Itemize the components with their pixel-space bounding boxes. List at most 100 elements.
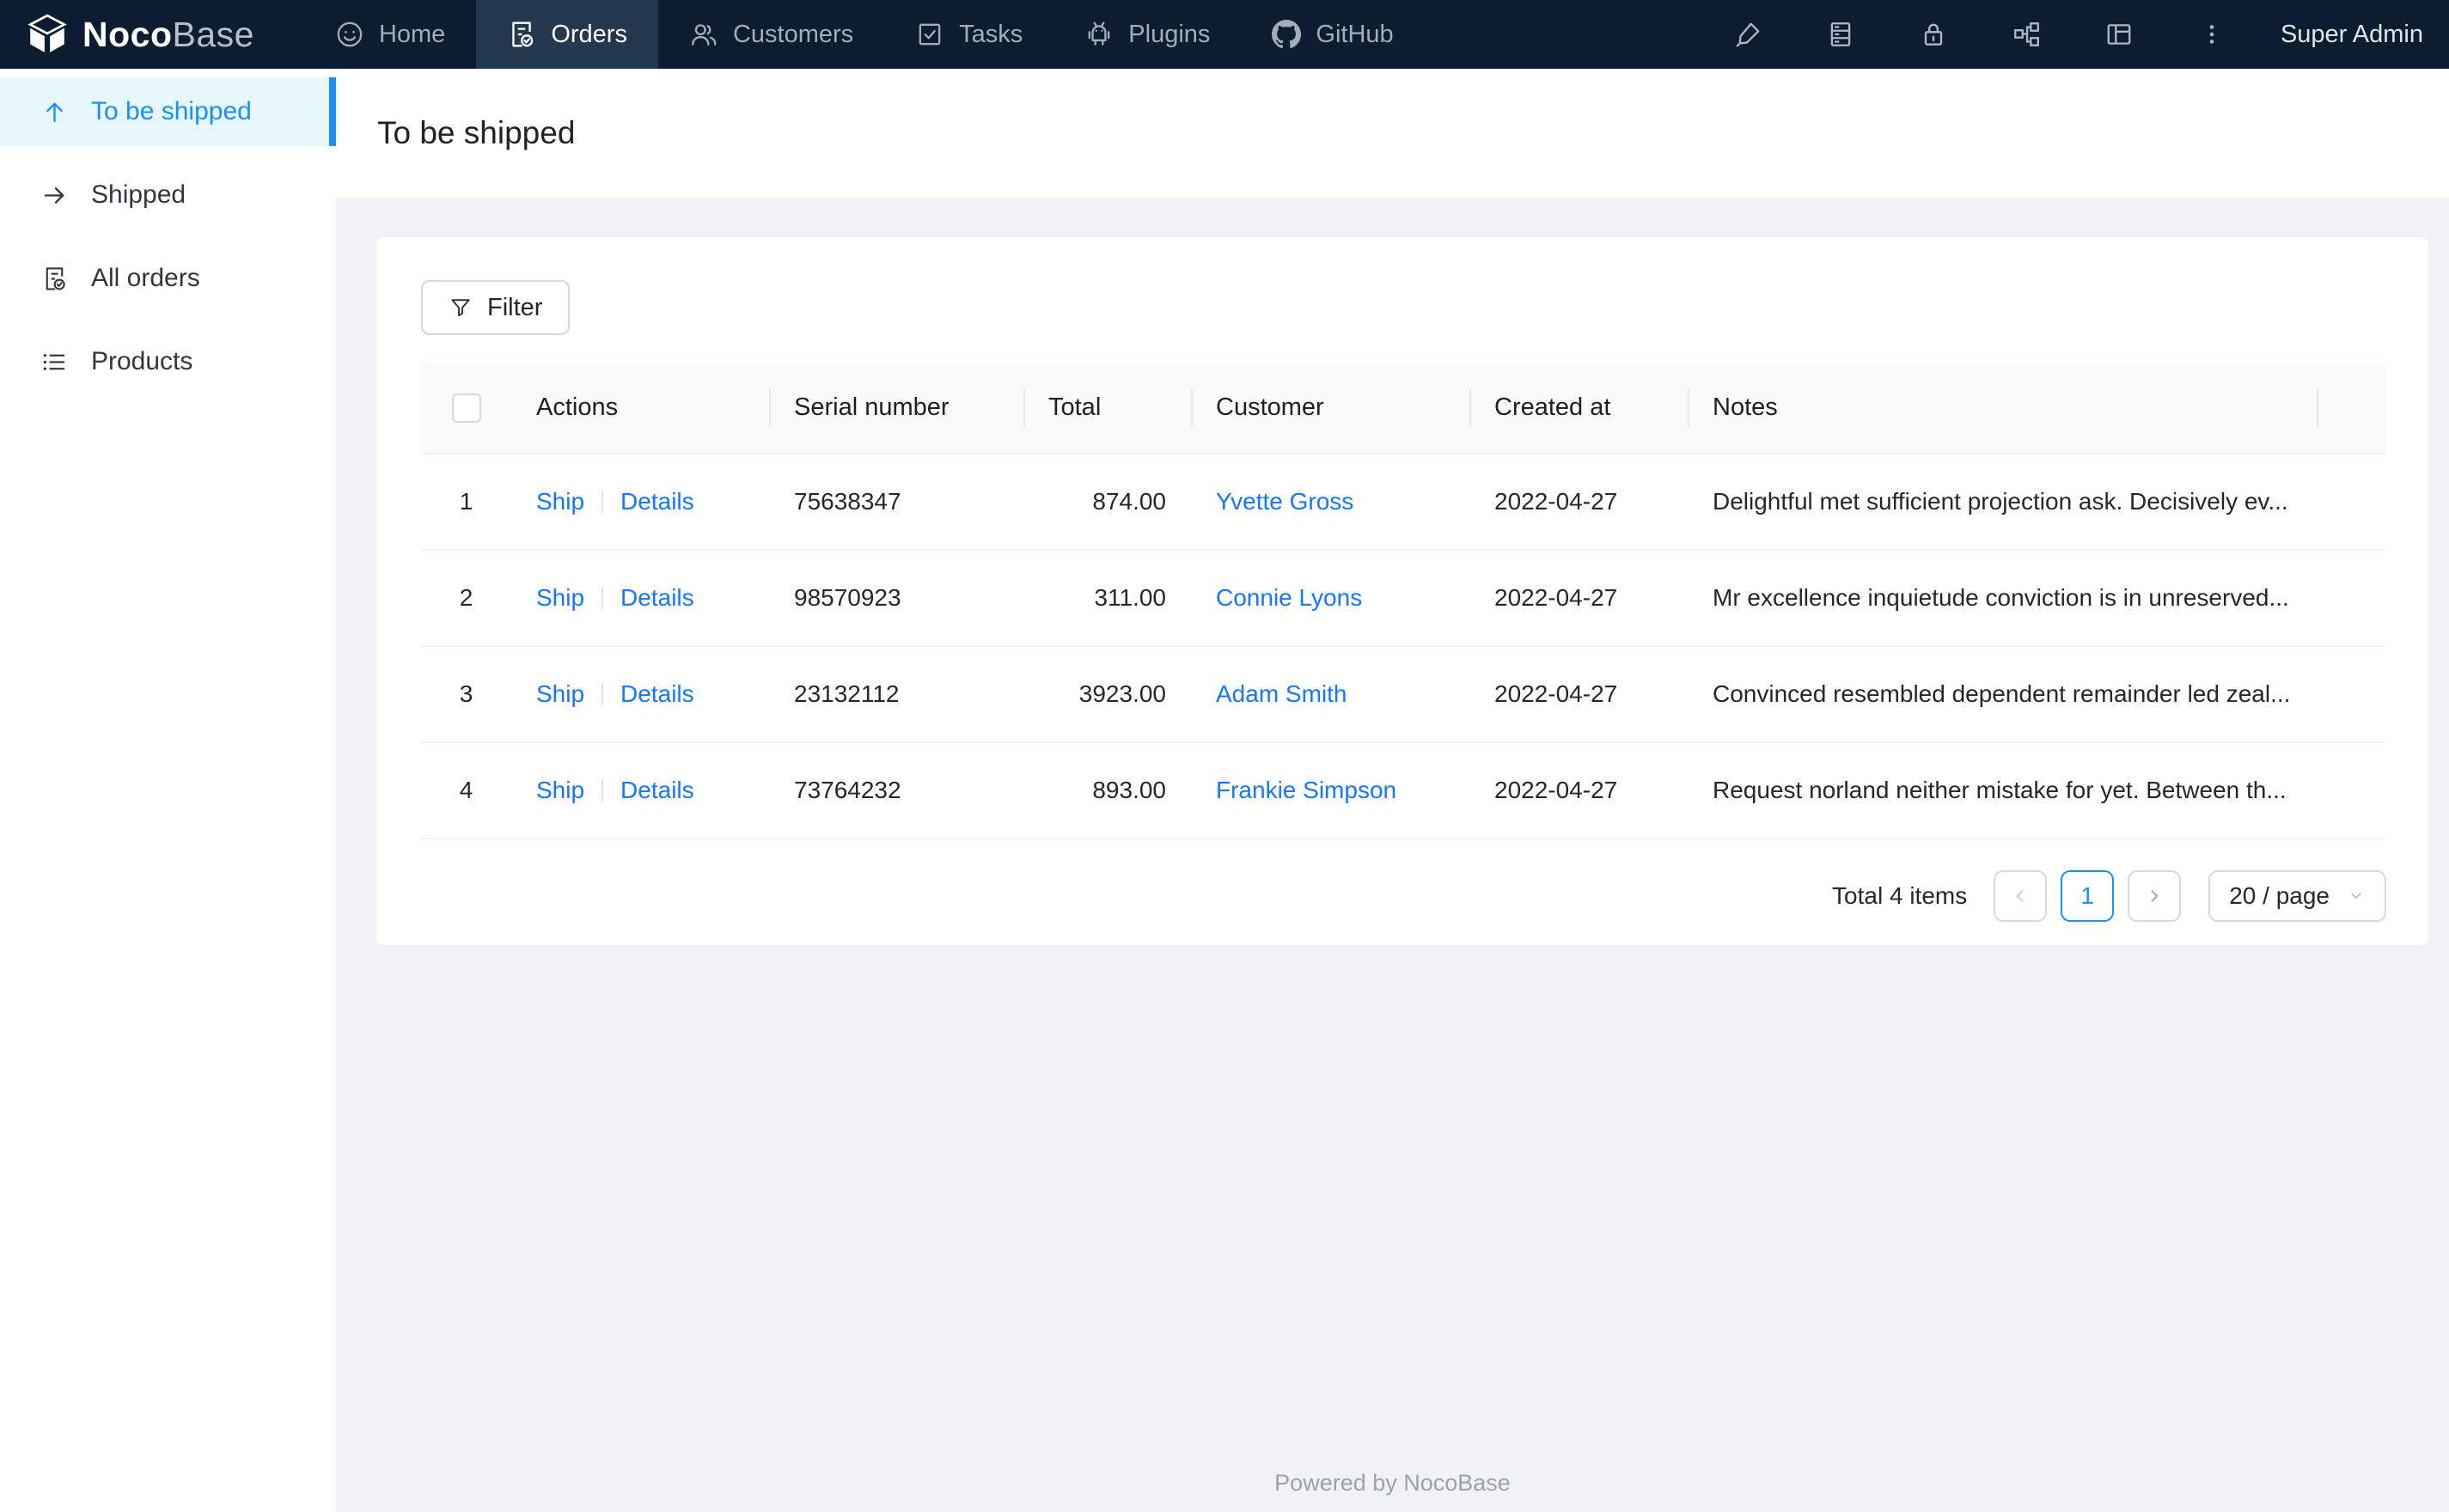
row-serial: 73764232 — [769, 742, 1023, 839]
details-link[interactable]: Details — [620, 777, 694, 803]
row-index: 2 — [421, 550, 511, 647]
row-actions: Ship Details — [511, 742, 769, 839]
column-header-serial: Serial number — [769, 363, 1023, 454]
ellipsis-icon — [2209, 25, 2214, 44]
row-created-at: 2022-04-27 — [1469, 742, 1688, 839]
workflow-button[interactable] — [1980, 0, 2073, 69]
row-notes: Request norland neither mistake for yet.… — [1688, 742, 2386, 839]
details-link[interactable]: Details — [620, 680, 694, 707]
row-customer: Adam Smith — [1191, 646, 1469, 743]
nav-item-label: Plugins — [1128, 20, 1211, 48]
row-serial: 23132112 — [769, 646, 1023, 743]
table-row: 4 Ship Details 73764232 893.00 Frankie Si… — [421, 742, 2386, 839]
row-actions: Ship Details — [511, 454, 769, 551]
customer-link[interactable]: Yvette Gross — [1216, 488, 1353, 515]
row-customer: Frankie Simpson — [1191, 742, 1469, 839]
pagination-page-1[interactable]: 1 — [2061, 870, 2115, 922]
sidebar-item-to-be-shipped[interactable]: To be shipped — [0, 77, 336, 146]
sidebar-item-label: All orders — [91, 264, 200, 292]
row-index: 4 — [421, 742, 511, 839]
customer-link[interactable]: Connie Lyons — [1216, 584, 1362, 611]
table-row: 3 Ship Details 23132112 3923.00 Adam Smit… — [421, 646, 2386, 743]
row-created-at: 2022-04-27 — [1469, 550, 1688, 647]
nocobase-logo-icon — [27, 14, 67, 52]
row-index: 1 — [421, 454, 511, 551]
sidebar-item-all-orders[interactable]: All orders — [0, 244, 336, 313]
list-icon — [43, 353, 65, 370]
header-select-all-cell — [421, 363, 511, 454]
nocobase-logo[interactable]: Noco Base — [0, 0, 304, 69]
ship-link[interactable]: Ship — [536, 488, 584, 515]
top-navbar: Noco Base Home Orders Customers Tasks Pl… — [0, 0, 2449, 69]
page-header: To be shipped — [336, 69, 2449, 198]
column-header-created-at: Created at — [1469, 363, 1688, 454]
check-square-icon — [919, 23, 941, 46]
github-icon — [1272, 20, 1302, 49]
nav-item-tasks[interactable]: Tasks — [884, 0, 1053, 69]
pagination-next-button[interactable] — [2128, 870, 2182, 922]
database-icon — [1830, 22, 1851, 46]
orders-card: Filter Actions Serial number Total Custo… — [376, 237, 2428, 945]
powered-by-footer: Powered by NocoBase — [1274, 1470, 1511, 1496]
action-divider — [602, 683, 604, 705]
main-content: To be shipped Filter Actions Serial numb… — [336, 69, 2449, 1512]
ui-editor-button[interactable] — [1701, 0, 1794, 69]
page-size-value: 20 / page — [2229, 882, 2330, 909]
customer-link[interactable]: Adam Smith — [1216, 680, 1347, 707]
nav-item-customers[interactable]: Customers — [658, 0, 884, 69]
sidebar-item-products[interactable]: Products — [0, 327, 336, 396]
row-total: 893.00 — [1023, 742, 1191, 839]
row-notes: Mr excellence inquietude conviction is i… — [1688, 550, 2386, 647]
ship-link[interactable]: Ship — [536, 680, 584, 707]
arrow-right-icon — [44, 186, 64, 204]
table-row: 1 Ship Details 75638347 874.00 Yvette Gro… — [421, 454, 2386, 551]
orders-table: Actions Serial number Total Customer Cre… — [421, 363, 2386, 839]
sidebar: To be shipped Shipped All orders Product… — [0, 69, 336, 1512]
row-total: 311.00 — [1023, 550, 1191, 647]
sidebar-item-label: To be shipped — [91, 97, 252, 125]
table-body: 1 Ship Details 75638347 874.00 Yvette Gro… — [421, 454, 2386, 839]
more-button[interactable] — [2165, 0, 2258, 69]
nav-item-home[interactable]: Home — [304, 0, 476, 69]
layout-button[interactable] — [2073, 0, 2165, 69]
highlighter-icon — [1736, 22, 1760, 47]
table-row: 2 Ship Details 98570923 311.00 Connie Lyo… — [421, 550, 2386, 647]
sidebar-item-label: Products — [91, 347, 193, 375]
details-link[interactable]: Details — [620, 584, 694, 611]
row-notes: Delightful met sufficient projection ask… — [1688, 454, 2386, 551]
column-header-total: Total — [1023, 363, 1191, 454]
page-title: To be shipped — [377, 115, 576, 150]
app-root: Noco Base Home Orders Customers Tasks Pl… — [0, 0, 2449, 1512]
nav-item-label: Home — [378, 20, 446, 48]
ship-link[interactable]: Ship — [536, 584, 584, 611]
user-menu[interactable]: Super Admin — [2258, 21, 2449, 49]
select-all-checkbox[interactable] — [451, 393, 481, 423]
acl-button[interactable] — [1887, 0, 1980, 69]
nav-item-plugins[interactable]: Plugins — [1053, 0, 1241, 69]
collections-button[interactable] — [1794, 0, 1887, 69]
file-done-icon — [46, 266, 65, 290]
team-icon — [692, 24, 717, 46]
lock-icon — [1924, 23, 1943, 46]
column-header-notes: Notes — [1688, 363, 2386, 454]
sidebar-item-label: Shipped — [91, 180, 186, 209]
customer-link[interactable]: Frankie Simpson — [1216, 777, 1396, 803]
column-header-customer: Customer — [1191, 363, 1469, 454]
pagination-prev-button[interactable] — [1994, 870, 2048, 922]
nav-item-orders[interactable]: Orders — [476, 0, 658, 69]
action-divider — [602, 779, 604, 802]
page-size-select[interactable]: 20 / page — [2208, 870, 2386, 922]
column-header-actions: Actions — [511, 363, 769, 454]
chevron-left-icon — [2016, 890, 2024, 902]
ship-link[interactable]: Ship — [536, 777, 584, 803]
row-serial: 75638347 — [769, 454, 1023, 551]
filter-button[interactable]: Filter — [421, 280, 571, 335]
sidebar-item-shipped[interactable]: Shipped — [0, 161, 336, 229]
layout-icon — [2107, 24, 2131, 45]
details-link[interactable]: Details — [620, 488, 694, 515]
chevron-right-icon — [2151, 890, 2159, 902]
nav-right-tools: Super Admin — [1701, 0, 2449, 69]
nav-item-github[interactable]: GitHub — [1241, 0, 1424, 69]
action-divider — [602, 491, 604, 513]
row-created-at: 2022-04-27 — [1469, 646, 1688, 743]
